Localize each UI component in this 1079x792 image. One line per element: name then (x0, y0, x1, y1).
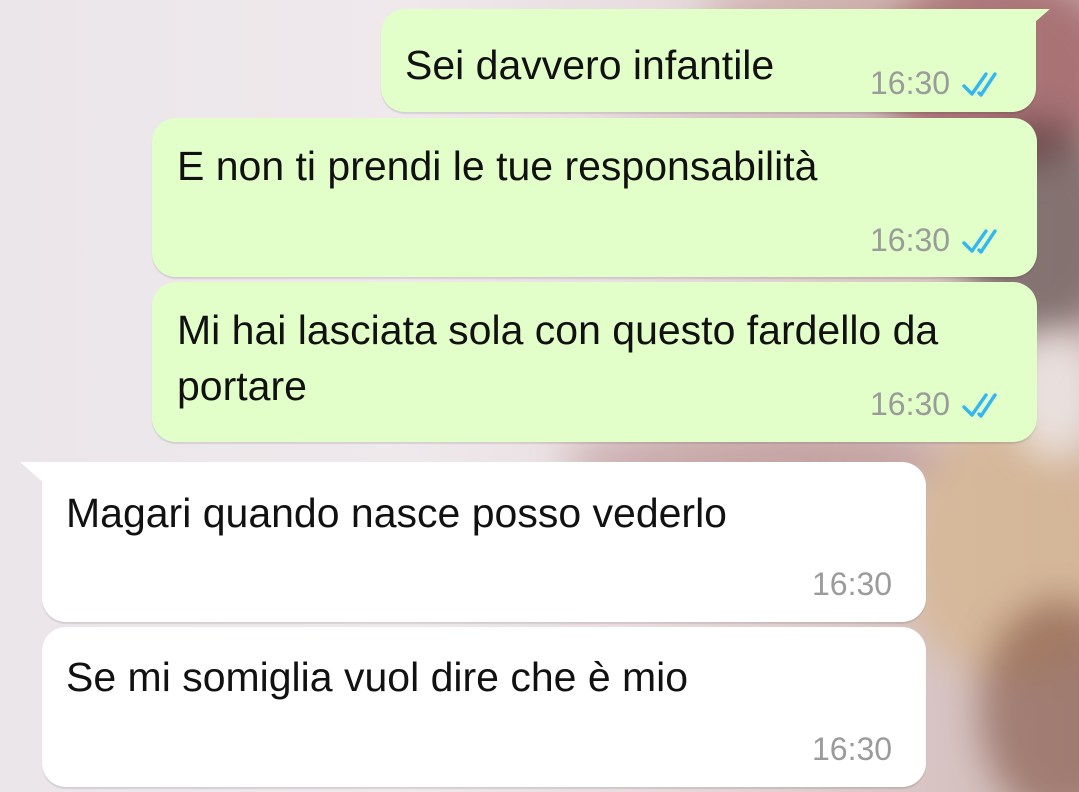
bubble-tail (20, 462, 54, 492)
message-meta: 16:30 (870, 222, 1006, 259)
message-text: Sei davvero infantile (405, 42, 775, 88)
double-check-read-icon (962, 226, 1006, 256)
outgoing-message-bubble[interactable]: Mi hai lasciata sola con questo fardello… (152, 282, 1037, 442)
message-text: Magari quando nasce posso vederlo (66, 490, 727, 536)
message-text: Se mi somiglia vuol dire che è mio (66, 654, 689, 700)
message-time: 16:30 (812, 731, 893, 767)
message-meta: 16:30 (870, 386, 1006, 423)
message-meta: 16:30 (812, 731, 892, 768)
incoming-message-bubble[interactable]: Se mi somiglia vuol dire che è mio 16:30 (42, 627, 926, 787)
message-meta: 16:30 (812, 566, 892, 603)
bubble-tail (1020, 9, 1050, 35)
message-time: 16:30 (870, 386, 951, 422)
message-text: E non ti prendi le tue responsabilità (177, 143, 818, 189)
message-time: 16:30 (812, 566, 893, 602)
double-check-read-icon (962, 390, 1006, 420)
outgoing-message-bubble[interactable]: Sei davvero infantile 16:30 (381, 9, 1050, 112)
message-meta: 16:30 (870, 65, 1006, 102)
message-time: 16:30 (870, 65, 951, 101)
outgoing-message-bubble[interactable]: E non ti prendi le tue responsabilità 16… (152, 118, 1037, 277)
double-check-read-icon (962, 69, 1006, 99)
message-time: 16:30 (870, 222, 951, 258)
message-list: Sei davvero infantile 16:30 E non ti pre… (0, 0, 1079, 792)
incoming-message-bubble[interactable]: Magari quando nasce posso vederlo 16:30 (20, 462, 926, 622)
